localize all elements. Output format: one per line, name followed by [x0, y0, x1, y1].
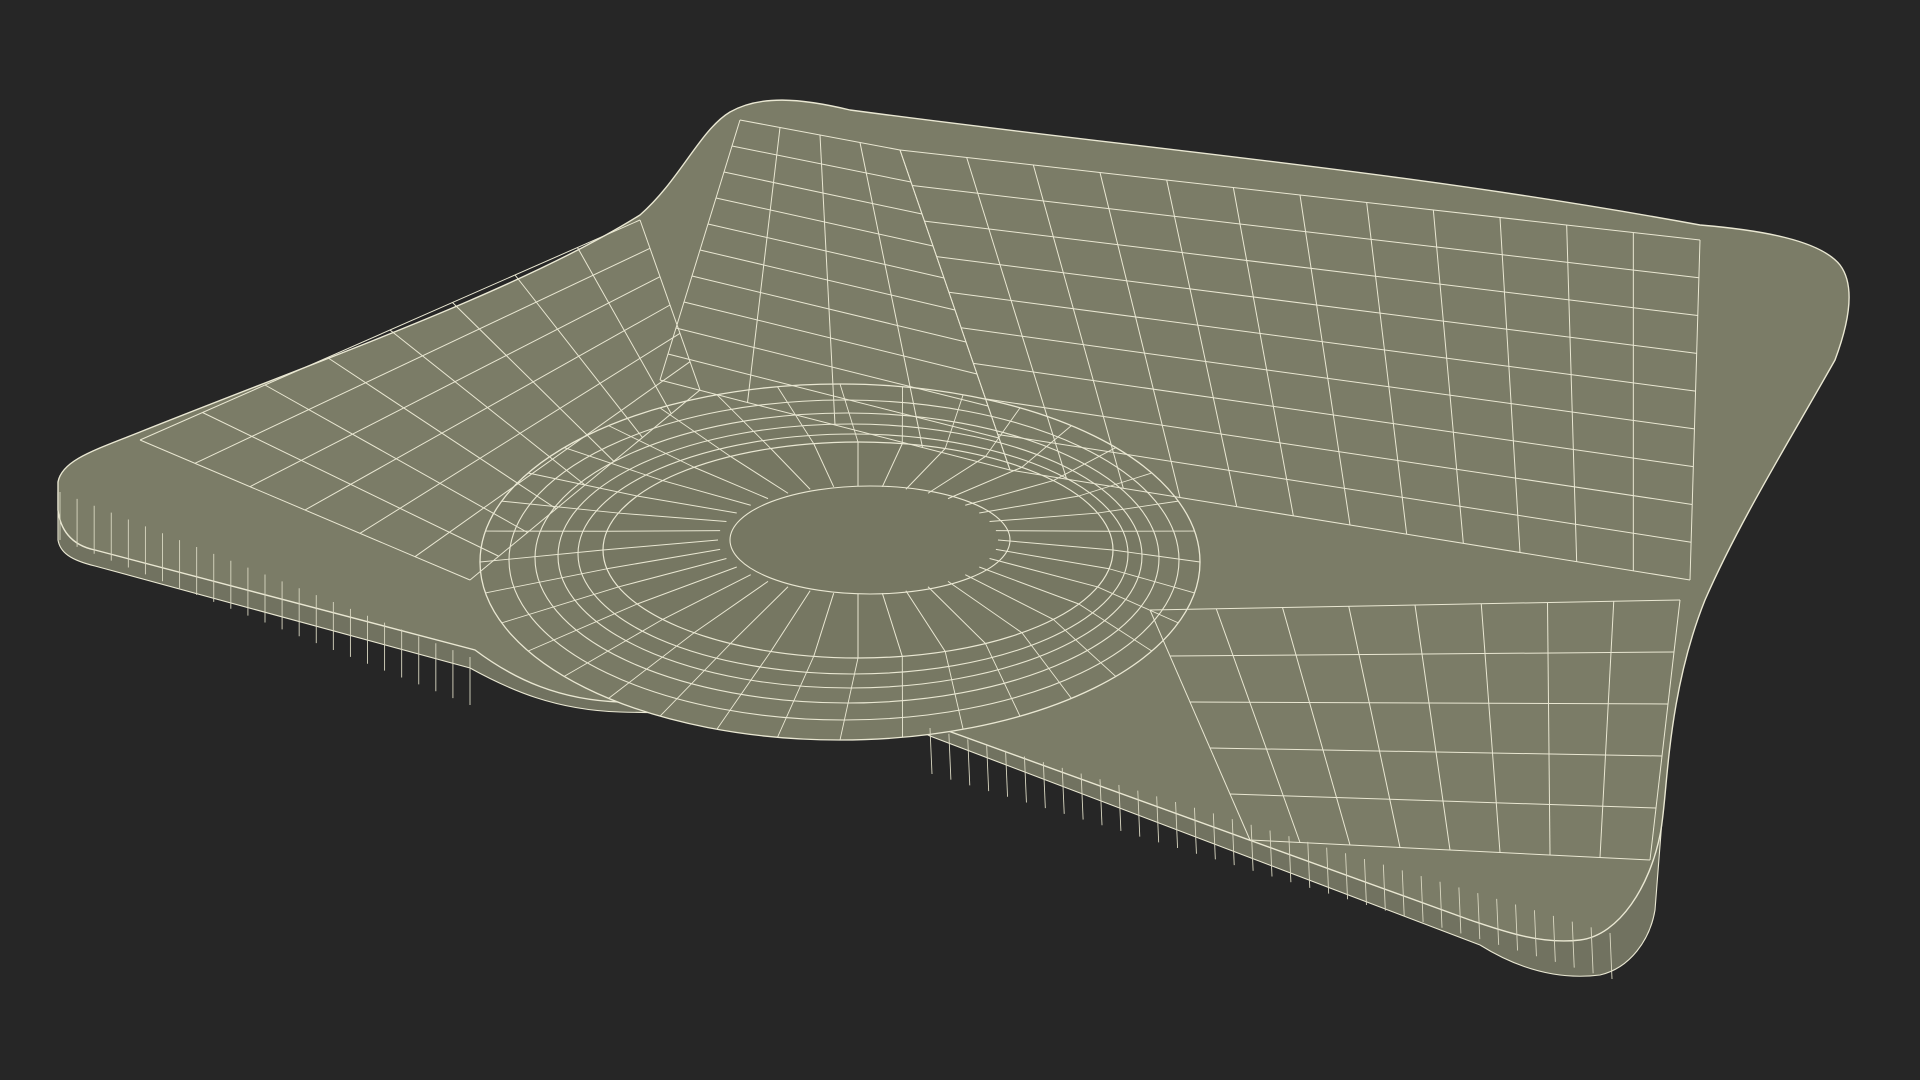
wire-line: [995, 530, 1110, 532]
render-viewport: [0, 0, 1920, 1080]
wire-line: [606, 530, 721, 532]
wireframe-scene: [0, 0, 1920, 1080]
